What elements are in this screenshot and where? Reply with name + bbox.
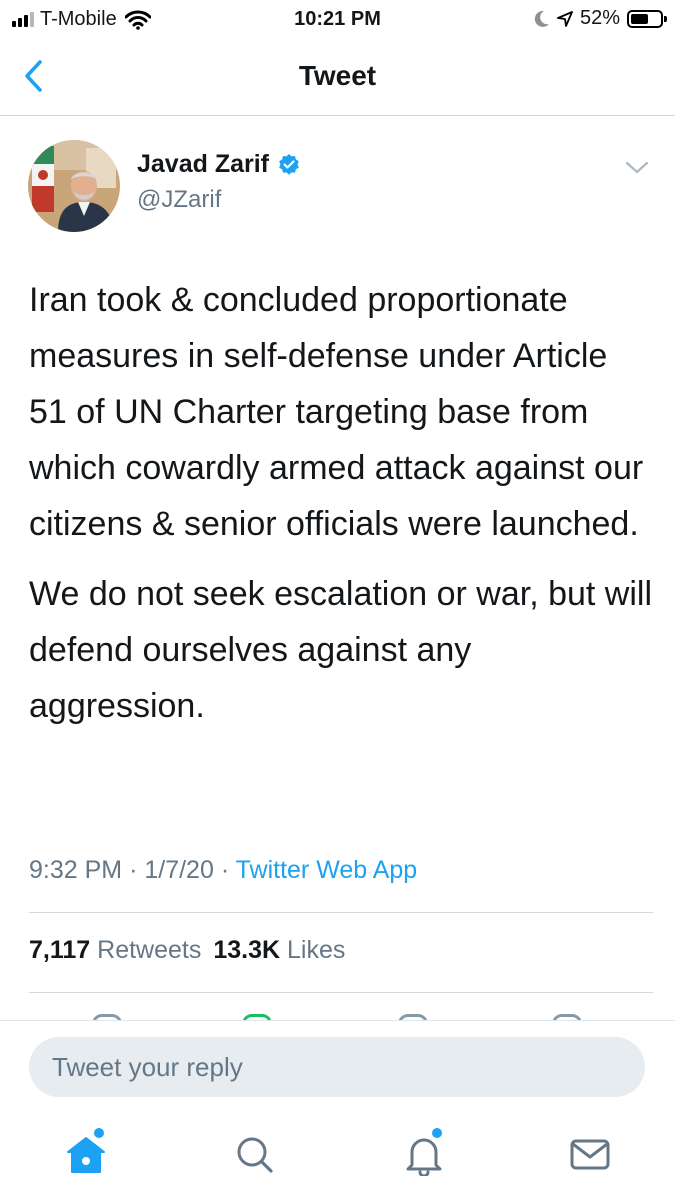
status-right: 52%	[534, 7, 667, 30]
tweet-date: 1/7/20	[144, 856, 214, 884]
page-title: Tweet	[298, 60, 377, 91]
avatar-image	[28, 140, 120, 232]
divider	[29, 912, 653, 913]
tweet-meta: 9:32 PM · 1/7/20 · Twitter Web App	[29, 856, 417, 885]
search-icon[interactable]	[232, 1132, 276, 1176]
reply-input[interactable]: Tweet your reply	[29, 1037, 645, 1097]
likes-stat[interactable]: 13.3K Likes	[213, 936, 345, 965]
home-notification-dot	[94, 1128, 104, 1138]
meta-separator: ·	[220, 856, 230, 884]
retweets-label: Retweets	[97, 936, 202, 964]
navigation-bar: Tweet	[0, 38, 675, 116]
notification-badge	[432, 1128, 442, 1138]
tweet-time: 9:32 PM	[29, 856, 123, 884]
likes-label: Likes	[287, 936, 346, 964]
tweet-paragraph-2: We do not seek escalation or war, but wi…	[29, 575, 653, 725]
status-bar: T-Mobile 10:21 PM 52%	[0, 0, 675, 38]
retweets-stat[interactable]: 7,117 Retweets	[29, 936, 201, 965]
tweet-stats: 7,117 Retweets 13.3K Likes	[29, 936, 345, 965]
tweet-text: Iran took & concluded proportionate meas…	[29, 272, 654, 748]
notifications-icon[interactable]	[402, 1132, 446, 1176]
author-name: Javad Zarif	[137, 150, 270, 178]
moon-icon	[534, 10, 549, 27]
author-name-row[interactable]: Javad Zarif	[137, 150, 301, 179]
messages-icon[interactable]	[568, 1132, 612, 1176]
tweet-source-link[interactable]: Twitter Web App	[236, 856, 418, 884]
home-icon[interactable]	[64, 1132, 108, 1176]
tab-bar	[0, 1116, 675, 1200]
likes-count: 13.3K	[213, 936, 281, 964]
verified-badge-icon	[279, 153, 299, 175]
tweet-paragraph-1: Iran took & concluded proportionate meas…	[29, 281, 644, 543]
meta-separator: ·	[129, 856, 138, 884]
chevron-down-icon[interactable]	[624, 158, 650, 178]
divider	[29, 992, 653, 993]
battery-label: 52%	[579, 7, 620, 29]
retweets-count: 7,117	[29, 936, 91, 964]
location-icon	[557, 10, 573, 27]
avatar[interactable]	[28, 140, 120, 232]
battery-icon	[627, 9, 667, 28]
author-handle[interactable]: @JZarif	[137, 186, 221, 214]
reply-bar: Tweet your reply	[0, 1020, 675, 1117]
